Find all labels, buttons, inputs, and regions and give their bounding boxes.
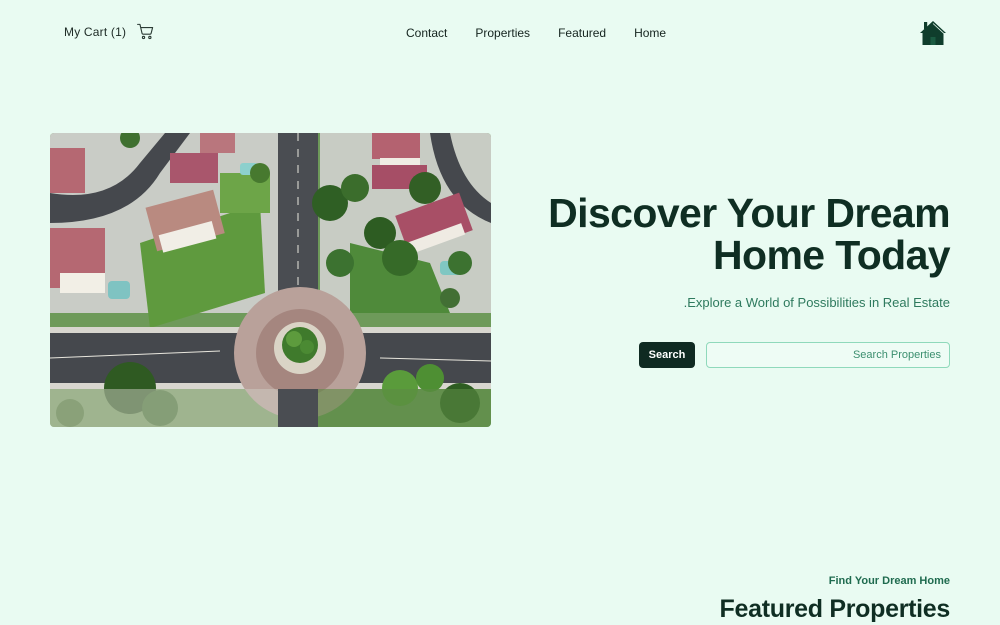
hero-title: Discover Your Dream Home Today <box>510 192 950 276</box>
featured-kicker: Find Your Dream Home <box>828 575 950 587</box>
nav-featured[interactable]: Featured <box>558 26 606 40</box>
nav-home[interactable]: Home <box>634 26 666 40</box>
hero-title-line2: Home Today <box>713 232 951 278</box>
site-header: My Cart (1) Contact Properties Featured … <box>0 0 1000 66</box>
search-input[interactable] <box>706 342 950 368</box>
nav-contact[interactable]: Contact <box>406 26 447 40</box>
main-nav: Contact Properties Featured Home <box>406 26 694 40</box>
nav-properties[interactable]: Properties <box>475 26 530 40</box>
cart-icon[interactable] <box>136 22 155 41</box>
hero-aerial-image <box>50 133 491 427</box>
cart-link[interactable]: My Cart (1) <box>64 22 155 41</box>
hero-title-line1: Discover Your Dream <box>548 190 950 236</box>
featured-title: Featured Properties <box>719 595 951 623</box>
search-bar: Search <box>639 342 950 368</box>
cart-label: My Cart (1) <box>64 24 127 39</box>
search-button[interactable]: Search <box>639 342 695 368</box>
house-icon[interactable] <box>919 19 947 47</box>
hero-subtitle: .Explore a World of Possibilities in Rea… <box>683 295 950 310</box>
